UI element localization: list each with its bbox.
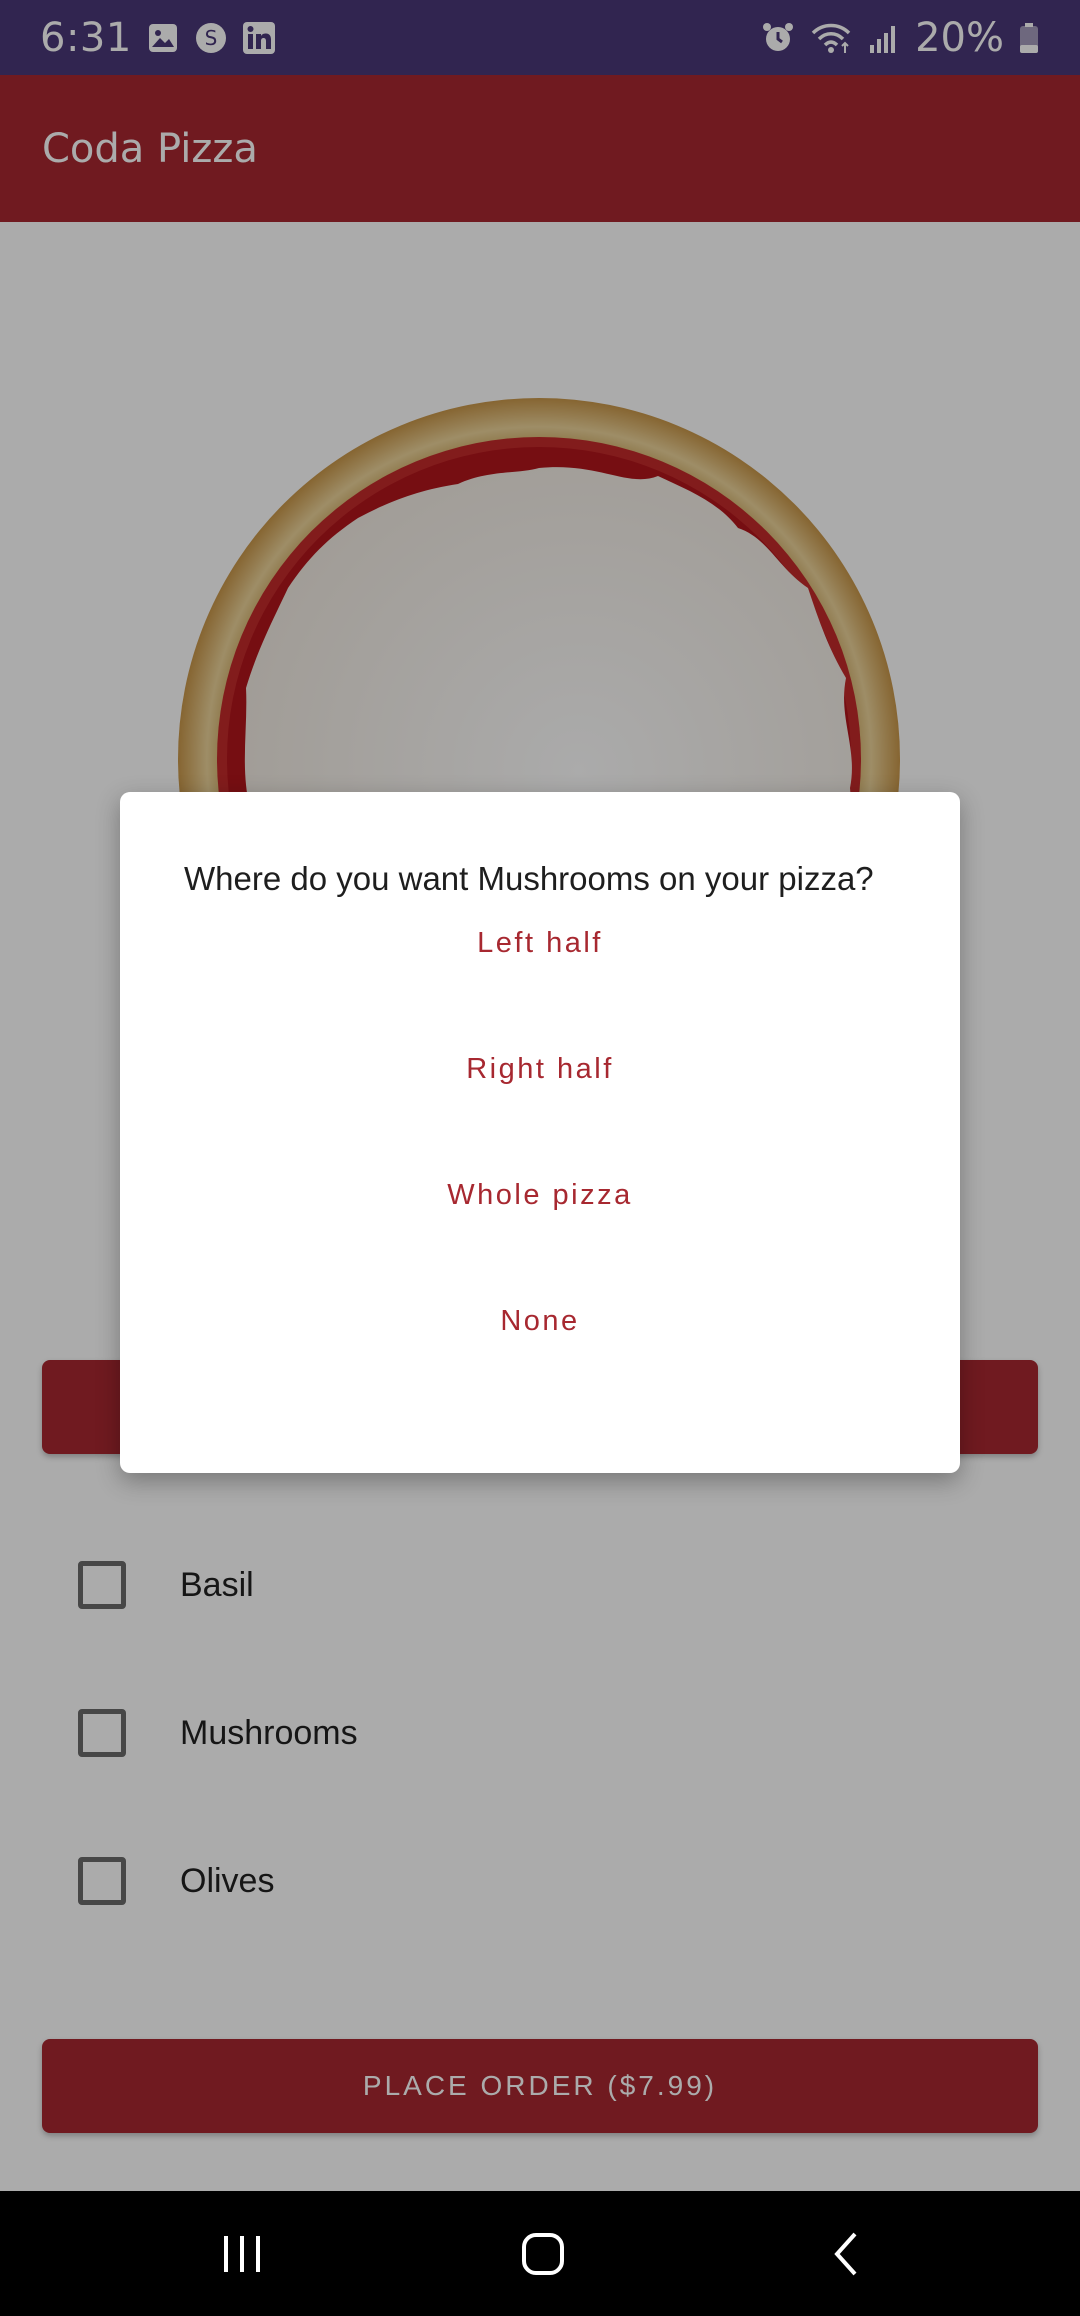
- option-whole-pizza[interactable]: Whole pizza: [120, 1135, 960, 1255]
- back-button[interactable]: [797, 2211, 897, 2297]
- option-right-half[interactable]: Right half: [120, 1009, 960, 1129]
- back-icon: [834, 2232, 857, 2276]
- home-icon: [522, 2233, 564, 2275]
- navigation-bar: [0, 2191, 1080, 2316]
- recent-apps-icon: [224, 2236, 260, 2272]
- option-none[interactable]: None: [120, 1261, 960, 1381]
- topping-placement-dialog: Where do you want Mushrooms on your pizz…: [120, 792, 960, 1473]
- recent-apps-button[interactable]: [192, 2211, 292, 2297]
- option-left-half[interactable]: Left half: [120, 883, 960, 1003]
- home-button[interactable]: [493, 2211, 593, 2297]
